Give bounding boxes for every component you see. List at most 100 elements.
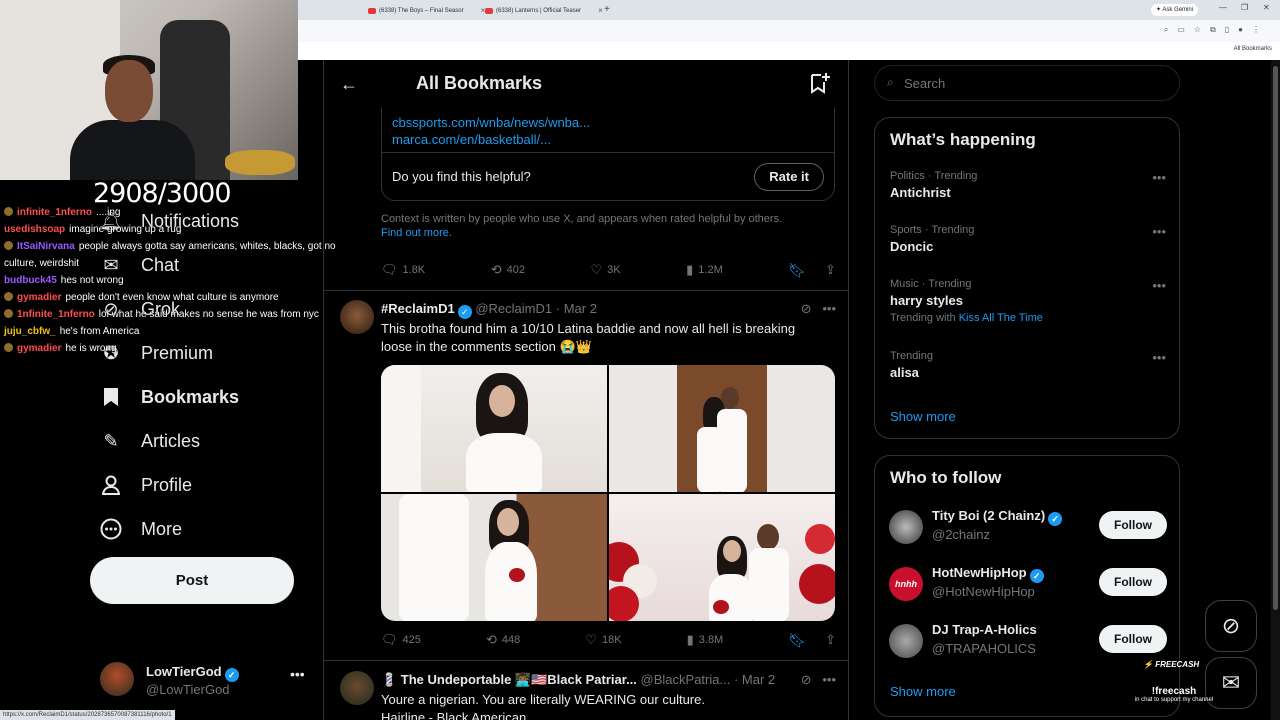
tweet-date[interactable]: · Mar 2 [556, 301, 597, 316]
avatar[interactable] [340, 671, 374, 705]
show-more-link[interactable]: Show more [890, 684, 956, 699]
bookmark-filled-icon: 🔖︎ [788, 261, 807, 278]
follow-button[interactable]: Follow [1099, 511, 1167, 539]
more-options-icon[interactable]: ••• [1152, 350, 1166, 365]
bookmark-toggle[interactable]: 🔖︎ ⇪ [788, 632, 836, 649]
toolbar-icons: ⌕ ▭ ☆ ⧉ ▯ ● ⋮ [1164, 25, 1260, 35]
follow-button[interactable]: Follow [1099, 568, 1167, 596]
star-icon[interactable]: ☆ [1194, 25, 1201, 35]
extensions-icon[interactable]: ⧉ [1210, 25, 1216, 35]
search-input[interactable]: ⌕ Search [874, 65, 1180, 101]
source-link[interactable]: cbssports.com/wnba/news/wnba... [392, 114, 834, 131]
tweet-photo[interactable] [381, 365, 607, 492]
chat-message: juju_cbfw_ he's from America [4, 326, 140, 337]
find-out-more-link[interactable]: Find out more. [381, 227, 452, 239]
tweet-photo[interactable] [609, 494, 835, 621]
trend-item[interactable]: Sports · Trending Doncic ••• [890, 224, 1172, 254]
more-options-icon[interactable]: ••• [822, 301, 836, 316]
all-bookmarks-folder[interactable]: All Bookmarks [1234, 46, 1272, 52]
like-button[interactable]: ♡ 3K [590, 262, 620, 278]
tweet-date[interactable]: · Mar 2 [734, 672, 775, 687]
bookmark-filled-icon: 🔖︎ [788, 631, 807, 648]
community-note-sources: cbssports.com/wnba/news/wnba... marca.co… [381, 107, 835, 153]
scrollbar-thumb[interactable] [1273, 66, 1278, 610]
scrollbar[interactable] [1271, 60, 1280, 720]
repost-button[interactable]: ⟲ 448 [486, 632, 520, 648]
chat-message: infinite_1nferno ....ing [4, 204, 344, 221]
follow-suggestion[interactable]: Tity Boi (2 Chainz) ✓ @2chainz Follow [889, 508, 1173, 548]
author-name[interactable]: #ReclaimD1 [381, 301, 455, 316]
back-arrow-icon[interactable]: ← [340, 74, 358, 95]
nav-bookmarks[interactable]: Bookmarks [98, 381, 239, 413]
timeline-header: ← All Bookmarks [324, 60, 848, 108]
chat-message: gymadier he is wrong [4, 340, 344, 357]
zoom-icon[interactable]: ⌕ [1164, 25, 1168, 35]
avatar[interactable] [340, 300, 374, 334]
trend-item[interactable]: Music · Trending harry styles Trending w… [890, 278, 1172, 324]
follow-suggestion[interactable]: hnhh HotNewHipHop ✓ @HotNewHipHop Follow [889, 565, 1173, 605]
grok-icon[interactable]: ⊘ [801, 301, 812, 316]
profile-icon [98, 472, 124, 498]
views-button[interactable]: ▮ 1.2M [686, 262, 723, 278]
follow-button[interactable]: Follow [1099, 625, 1167, 653]
nav-profile[interactable]: Profile [98, 469, 192, 501]
menu-icon[interactable]: ⋮ [1252, 25, 1260, 35]
tweet-photo[interactable] [609, 365, 835, 492]
views-button[interactable]: ▮ 3.8M [687, 632, 724, 648]
restore-icon[interactable]: ❐ [1241, 3, 1248, 12]
nav-more[interactable]: More [98, 513, 182, 545]
views-icon: ▮ [686, 632, 694, 647]
trend-item[interactable]: Politics · Trending Antichrist ••• [890, 170, 1172, 200]
minimize-icon[interactable]: — [1219, 3, 1227, 12]
more-options-icon[interactable]: ••• [822, 672, 836, 687]
source-link[interactable]: marca.com/en/basketball/... [392, 131, 834, 148]
chat-badge-icon [4, 343, 13, 352]
reply-button[interactable]: 🗨︎ 1.8K [381, 262, 425, 278]
chat-message: budbuck45 hes not wrong [4, 275, 124, 286]
avatar [889, 624, 923, 658]
bookmark-folder-add-icon[interactable] [810, 72, 830, 99]
show-more-link[interactable]: Show more [890, 409, 956, 424]
grok-fab-button[interactable]: ⊘ [1205, 600, 1257, 652]
account-switcher[interactable]: LowTierGod ✓ @LowTierGod ••• [100, 660, 310, 704]
trend-item[interactable]: Trending alisa ••• [890, 350, 1172, 380]
browser-tab-2[interactable]: (6338) Lanterns | Official Teaser × [485, 3, 603, 18]
browser-tab-1[interactable]: (6338) The Boys – Final Seasor × [368, 3, 485, 18]
rate-it-button[interactable]: Rate it [754, 163, 824, 191]
share-icon[interactable]: ⇪ [825, 632, 836, 648]
author-name[interactable]: 💈 The Undeportable 👨🏾‍💻🇺🇸Black Patriar..… [381, 672, 637, 687]
sidebar-icon[interactable]: ▯ [1225, 25, 1229, 35]
share-icon[interactable]: ⇪ [825, 262, 836, 278]
author-handle[interactable]: @ReclaimD1 [475, 301, 552, 316]
author-handle[interactable]: @BlackPatria... [641, 672, 731, 687]
cta-message: in chat to support my channel [1134, 697, 1214, 703]
verified-badge-icon: ✓ [224, 668, 239, 682]
tweet-text: This brotha found him a 10/10 Latina bad… [381, 321, 796, 354]
stream-cta-overlay: !freecash in chat to support my channel [1124, 686, 1224, 703]
reply-button[interactable]: 🗨︎ 425 [381, 632, 421, 648]
helpful-question: Do you find this helpful? [392, 169, 531, 184]
new-tab-button[interactable]: + [604, 4, 610, 15]
views-icon: ▮ [686, 262, 694, 277]
more-options-icon[interactable]: ••• [290, 666, 305, 682]
follow-suggestion[interactable]: DJ Trap-A-Holics @TRAPAHOLICS Follow [889, 622, 1173, 662]
profile-avatar-icon[interactable]: ● [1238, 25, 1243, 35]
cast-icon[interactable]: ▭ [1177, 25, 1185, 35]
close-tab-icon[interactable]: × [598, 6, 603, 15]
stream-chat-overlay: infinite_1nferno ....ing usedishsoap imagi… [4, 204, 344, 357]
account-handle: @2chainz [932, 527, 991, 542]
post-button[interactable]: Post [90, 557, 294, 604]
grok-icon[interactable]: ⊘ [801, 672, 812, 687]
more-options-icon[interactable]: ••• [1152, 278, 1166, 293]
nav-articles[interactable]: ✎ Articles [98, 425, 200, 457]
ask-gemini-button[interactable]: ✦ Ask Gemini [1151, 4, 1199, 16]
close-window-icon[interactable]: ✕ [1263, 3, 1270, 12]
tweet-photo[interactable] [381, 494, 607, 621]
webcam-overlay [0, 0, 298, 180]
like-button[interactable]: ♡ 18K [585, 632, 621, 648]
more-options-icon[interactable]: ••• [1152, 170, 1166, 185]
youtube-icon [485, 7, 493, 14]
repost-button[interactable]: ⟲ 402 [491, 262, 525, 278]
bookmark-toggle[interactable]: 🔖︎ ⇪ [788, 262, 836, 279]
more-options-icon[interactable]: ••• [1152, 224, 1166, 239]
